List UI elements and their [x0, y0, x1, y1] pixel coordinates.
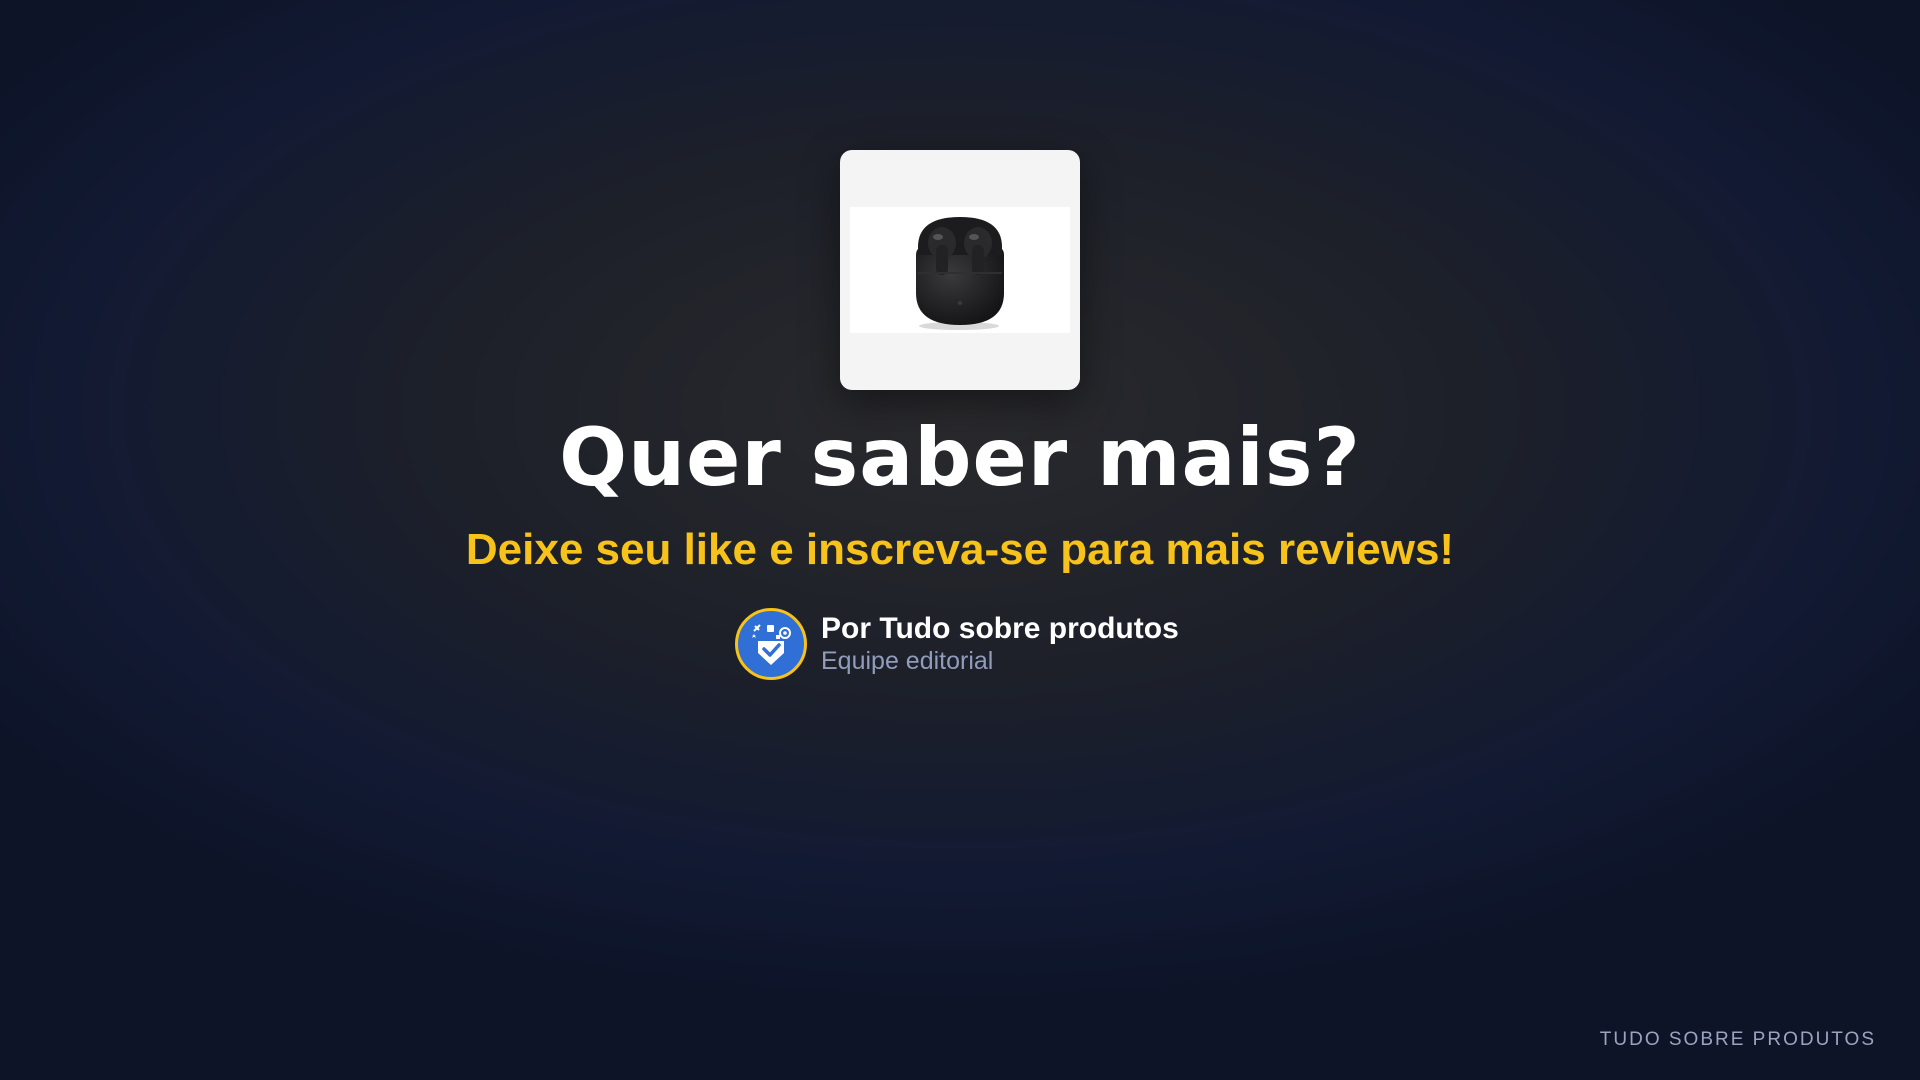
call-to-action: Deixe seu like e inscreva-se para mais r…	[465, 525, 1455, 574]
author-role: Equipe editorial	[821, 647, 994, 675]
brand-logo-icon	[752, 624, 791, 665]
author-byline: Por Tudo sobre produtos Equipe editorial	[735, 608, 1179, 680]
product-card	[840, 150, 1080, 390]
headline: Quer saber mais?	[559, 411, 1361, 504]
earbuds-case-icon	[916, 217, 1004, 330]
product-image	[850, 207, 1070, 333]
author-name: Por Tudo sobre produtos	[821, 612, 1179, 645]
channel-watermark: TUDO SOBRE PRODUTOS	[1599, 1029, 1876, 1050]
end-screen: Quer saber mais? Deixe seu like e inscre…	[0, 0, 1920, 1080]
avatar	[735, 608, 807, 680]
